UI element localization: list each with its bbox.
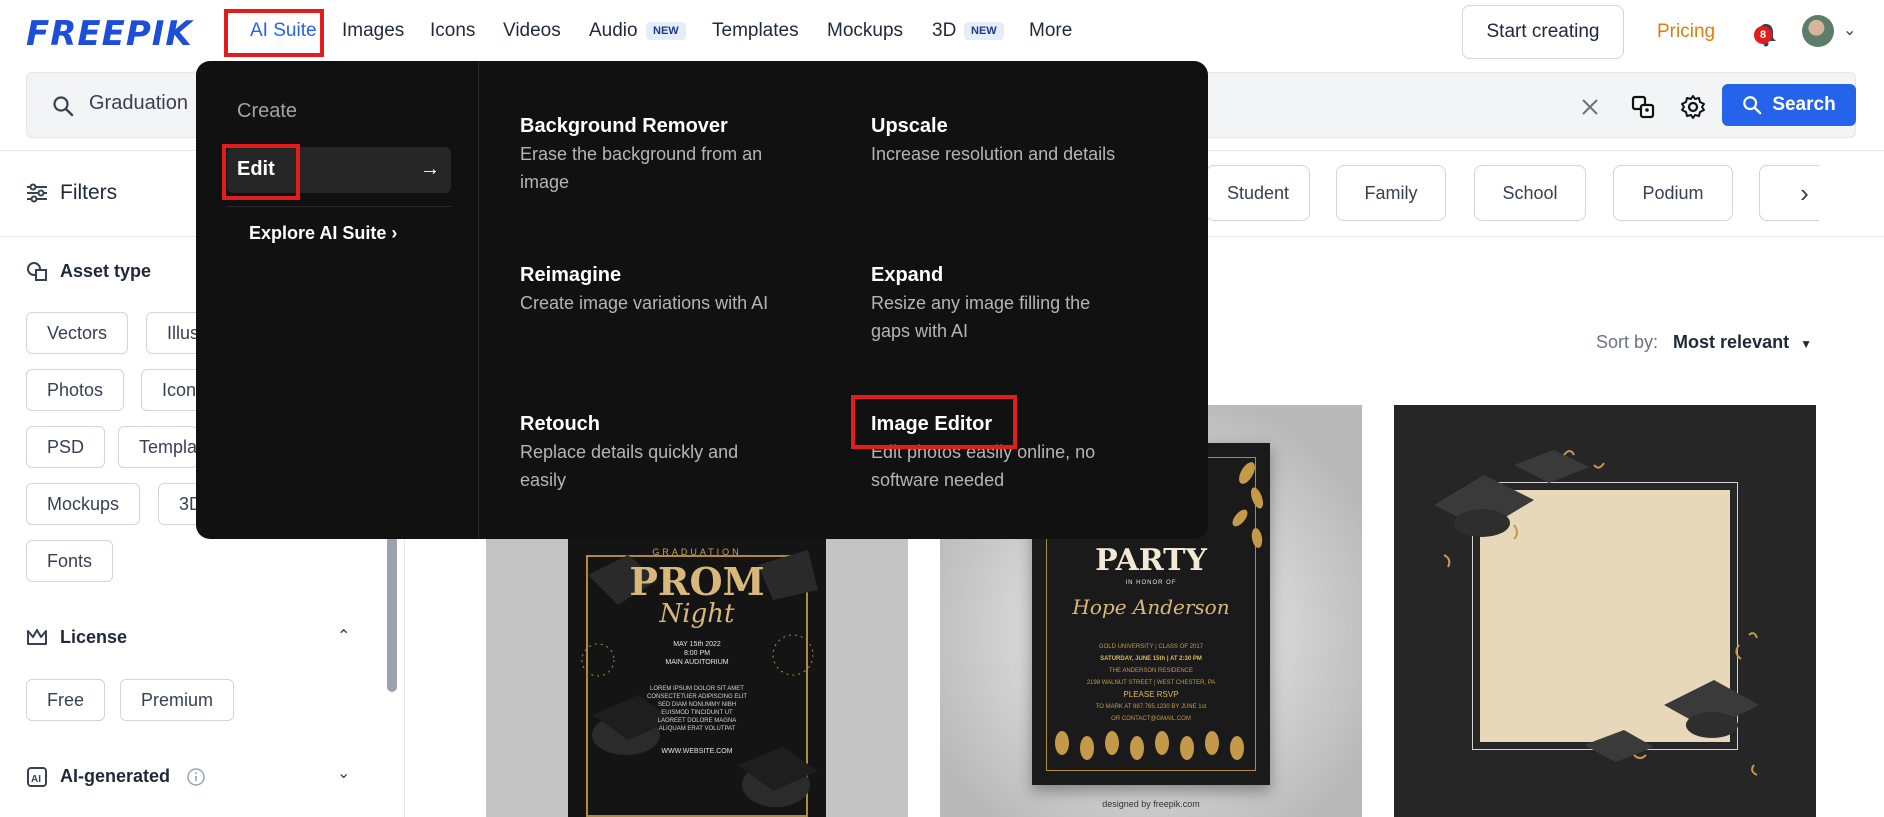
highlight-image-editor: [851, 395, 1017, 449]
tool-expand[interactable]: Expand: [871, 264, 943, 287]
license-chip-free[interactable]: Free: [26, 679, 106, 721]
audio-new-badge: NEW: [646, 22, 686, 40]
asset-chip-fonts[interactable]: Fonts: [26, 540, 114, 582]
designed-by-credit: designed by freepik.com: [1102, 799, 1200, 809]
ai-generated-icon: AI: [27, 767, 47, 787]
prom-body: LOREM IPSUM DOLOR SIT AMET CONSECTETUER A…: [646, 686, 748, 732]
settings-gear-icon[interactable]: [1680, 94, 1706, 120]
search-icon: [53, 96, 74, 117]
asset-chip-vectors[interactable]: Vectors: [26, 312, 129, 354]
search-icon: [1743, 96, 1762, 115]
asset-type-title[interactable]: Asset type: [60, 261, 151, 282]
nav-templates[interactable]: Templates: [712, 20, 799, 42]
nav-images[interactable]: Images: [342, 20, 404, 42]
prom-details: MAY 15th 2022 8:00 PM MAIN AUDITORIUM: [665, 641, 729, 666]
explore-ai-suite-link[interactable]: Explore AI Suite ›: [249, 223, 397, 244]
chevron-down-icon[interactable]: ⌄: [1843, 20, 1856, 40]
divider: [227, 206, 451, 207]
nav-more[interactable]: More: [1029, 20, 1072, 42]
pricing-link[interactable]: Pricing: [1657, 21, 1715, 43]
license-chip-premium[interactable]: Premium: [120, 679, 235, 721]
nav-videos[interactable]: Videos: [503, 20, 561, 42]
tool-retouch[interactable]: Retouch: [520, 413, 600, 436]
party-honor: IN HONOR OF: [1125, 580, 1177, 586]
sort-control[interactable]: Sort by: Most relevant ▼: [1596, 332, 1812, 353]
top-nav: FREEPIK AI Suite Images Icons Videos Aud…: [0, 0, 1884, 64]
tool-upscale[interactable]: Upscale: [871, 115, 948, 138]
info-icon[interactable]: [186, 767, 206, 787]
ai-generated-title[interactable]: AI-generated: [60, 766, 170, 787]
prom-flyer: GRADUATION PROM Night MAY 15th 2022 8:00 …: [568, 535, 826, 817]
nav-3d[interactable]: 3D: [932, 20, 956, 42]
prom-subtitle: Night: [659, 599, 735, 629]
image-search-icon[interactable]: [1630, 94, 1656, 120]
caret-down-icon: ▼: [1800, 337, 1812, 351]
search-button-label: Search: [1772, 94, 1836, 115]
tool-upscale-desc: Increase resolution and details: [871, 144, 1116, 164]
freepik-logo[interactable]: FREEPIK: [26, 14, 193, 54]
sliders-icon[interactable]: [26, 183, 48, 203]
tool-background-remover[interactable]: Background Remover: [520, 115, 728, 138]
search-button[interactable]: Search: [1722, 84, 1856, 126]
chevron-right-icon: ›: [391, 223, 398, 243]
tool-retouch-desc: Replace details quickly and easily: [520, 442, 739, 490]
prom-kicker: GRADUATION: [652, 547, 742, 557]
category-create[interactable]: Create: [237, 100, 297, 123]
nav-audio[interactable]: Audio: [589, 20, 638, 42]
asset-chip-icons[interactable]: Icon: [141, 369, 201, 411]
graduation-caps-confetti: [1434, 450, 1759, 776]
explore-ai-suite-label: Explore AI Suite: [249, 223, 387, 243]
asset-chip-psd[interactable]: PSD: [26, 426, 106, 468]
highlight-edit: [222, 144, 300, 200]
notification-count-badge: 8: [1754, 26, 1772, 44]
chevron-down-icon[interactable]: ⌄: [337, 763, 350, 783]
start-creating-button[interactable]: Start creating: [1462, 5, 1624, 59]
sort-label: Sort by:: [1596, 332, 1659, 352]
party-title: PARTY: [1095, 543, 1207, 578]
highlight-ai-suite: [224, 9, 324, 57]
search-query-text: Graduation: [89, 92, 188, 114]
tool-expand-desc: Resize any image filling the gaps with A…: [871, 293, 1091, 341]
tool-reimagine[interactable]: Reimagine: [520, 264, 621, 287]
nav-mockups[interactable]: Mockups: [827, 20, 903, 42]
shapes-icon: [27, 262, 47, 281]
party-details: GOLD UNIVERSITY | CLASS OF 2017 SATURDAY…: [1086, 644, 1216, 722]
ai-suite-dropdown: Create Edit → Explore AI Suite › Backgro…: [196, 61, 1208, 539]
party-name: Hope Anderson: [1072, 595, 1230, 619]
svg-text:AI: AI: [31, 774, 41, 785]
clear-search-icon[interactable]: [1580, 97, 1600, 117]
tag-chip[interactable]: Family: [1336, 165, 1446, 221]
tag-chip[interactable]: School: [1474, 165, 1586, 221]
tag-chip[interactable]: Student: [1206, 165, 1310, 221]
tag-chip[interactable]: Podium: [1613, 165, 1733, 221]
arrow-right-icon: →: [420, 158, 440, 180]
tool-background-remover-desc: Erase the background from an image: [520, 144, 763, 192]
prom-title: PROM: [629, 559, 765, 604]
chevron-right-icon: ›: [1800, 177, 1809, 208]
prom-website: WWW.WEBSITE.COM: [661, 748, 733, 755]
tags-next-button[interactable]: ›: [1759, 165, 1819, 221]
nav-icons[interactable]: Icons: [430, 20, 475, 42]
chevron-up-icon[interactable]: ⌃: [337, 626, 350, 646]
crown-icon: [27, 629, 47, 645]
3d-new-badge: NEW: [964, 22, 1004, 40]
filters-title[interactable]: Filters: [60, 181, 117, 205]
asset-chip-mockups[interactable]: Mockups: [26, 483, 141, 525]
license-title[interactable]: License: [60, 627, 127, 648]
dropdown-categories: Create Edit → Explore AI Suite ›: [196, 61, 479, 539]
asset-chip-templates[interactable]: Templa: [118, 426, 198, 468]
asset-chip-photos[interactable]: Photos: [26, 369, 125, 411]
tool-reimagine-desc: Create image variations with AI: [520, 293, 769, 313]
result-card-frame[interactable]: [1394, 405, 1816, 817]
sort-value: Most relevant: [1673, 332, 1790, 352]
user-avatar[interactable]: [1802, 15, 1834, 47]
